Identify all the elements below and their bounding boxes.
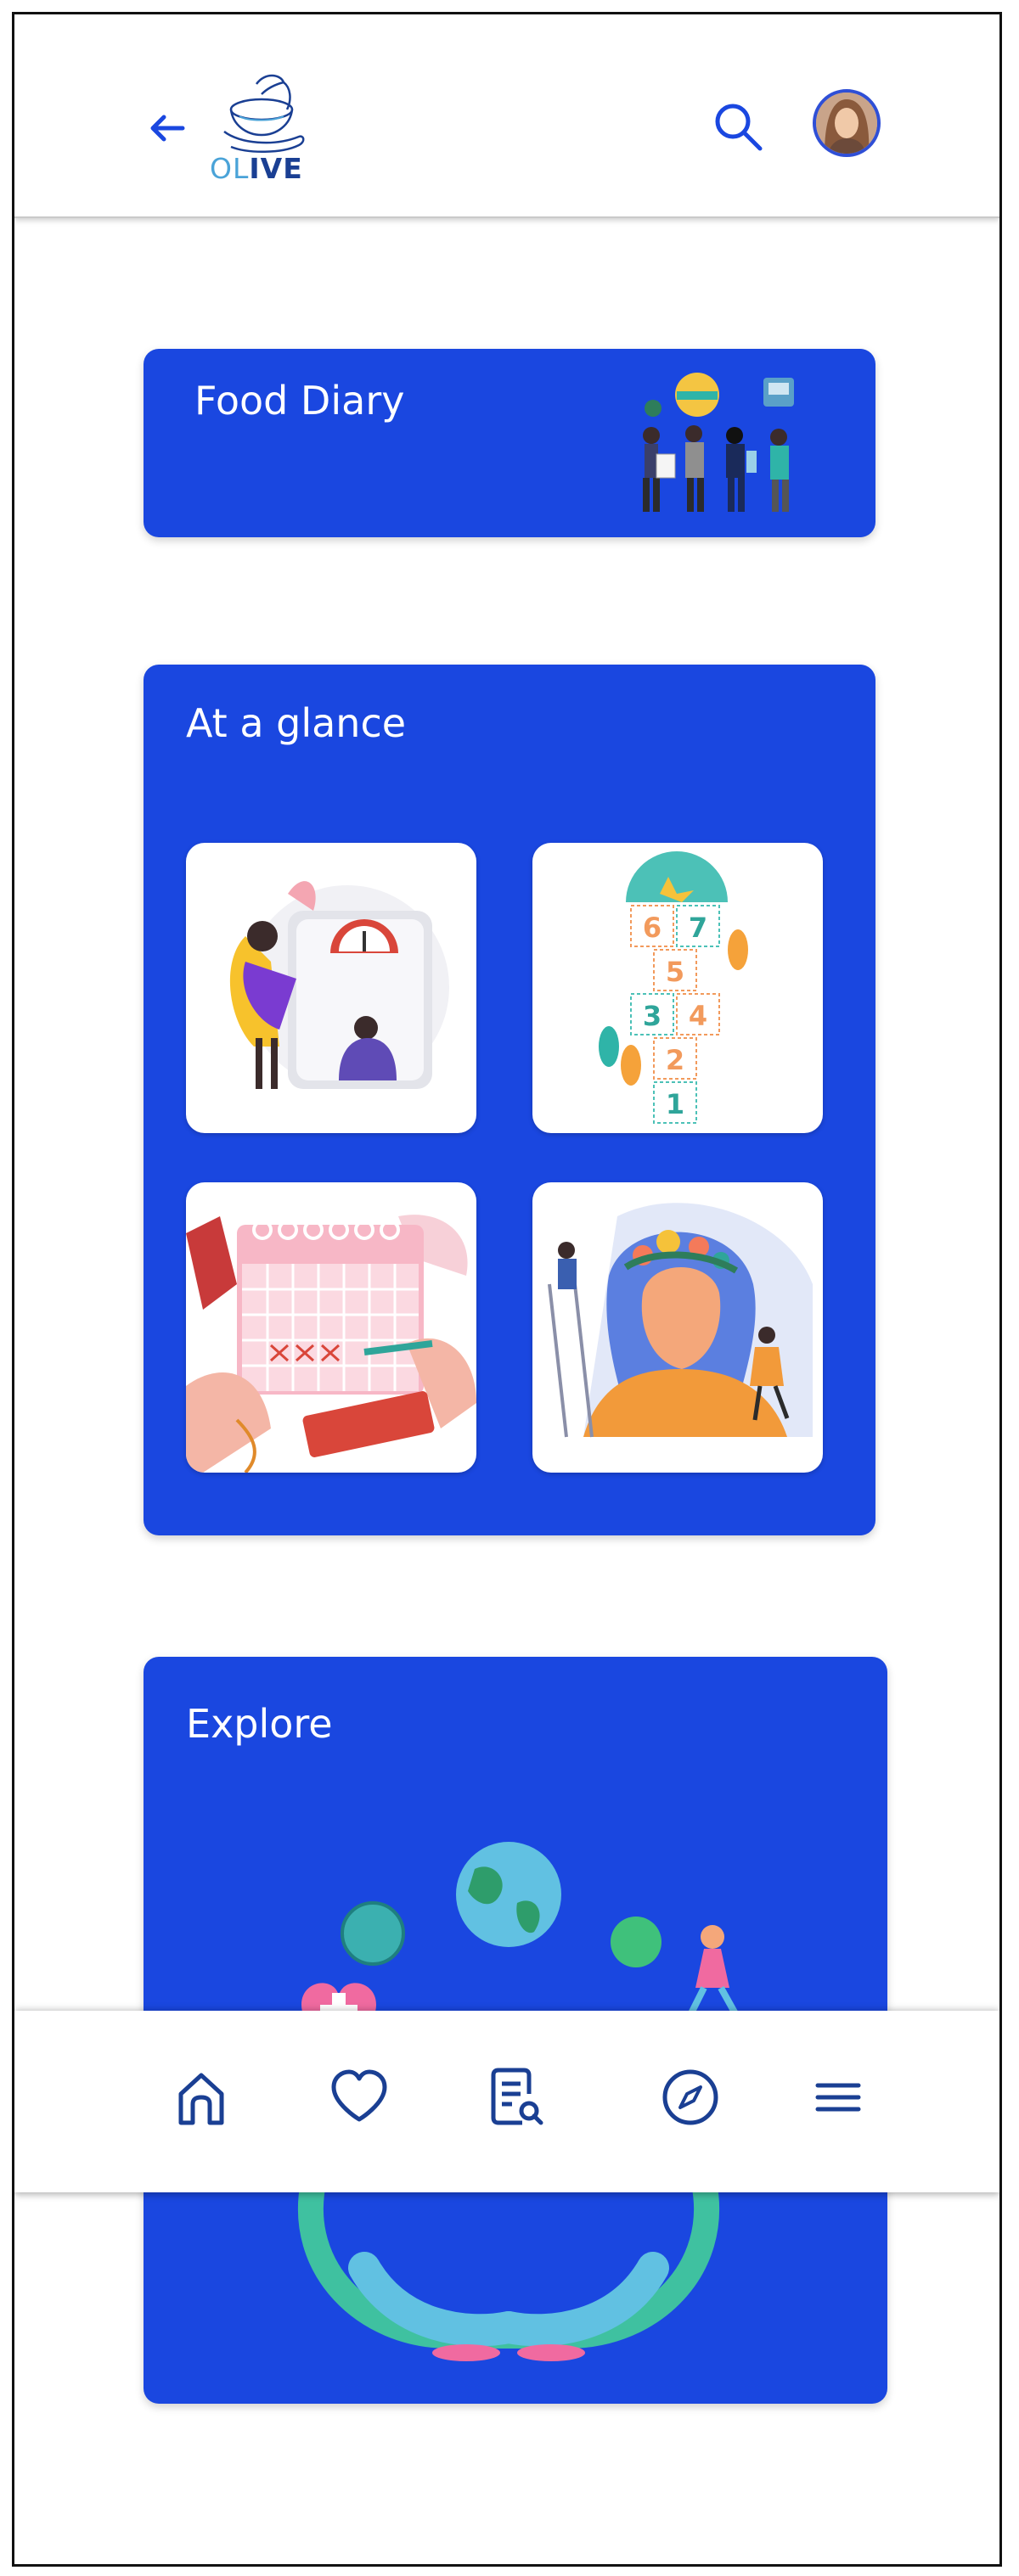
search-icon[interactable] (709, 98, 768, 157)
at-a-glance-title: At a glance (186, 700, 407, 746)
svg-text:2: 2 (666, 1044, 684, 1076)
at-a-glance-card: At a glance 6 7 5 3 4 2 1 (144, 665, 875, 1535)
steps-tile[interactable]: 6 7 5 3 4 2 1 (532, 843, 823, 1133)
top-app-bar: OLIVE (14, 14, 999, 218)
weight-scale-icon (229, 881, 449, 1089)
svg-text:6: 6 (643, 912, 662, 944)
svg-text:1: 1 (666, 1088, 684, 1120)
home-icon[interactable] (167, 2063, 235, 2131)
user-photo-icon (816, 93, 877, 154)
food-diary-illustration (643, 373, 794, 512)
svg-text:7: 7 (689, 912, 707, 944)
mindfulness-tile[interactable] (532, 1182, 823, 1473)
svg-text:5: 5 (666, 956, 684, 988)
svg-text:4: 4 (689, 1000, 707, 1032)
avatar[interactable] (813, 89, 881, 157)
explore-title: Explore (186, 1701, 333, 1747)
mind-garden-icon (548, 1203, 813, 1438)
calendar-tracking-icon (186, 1215, 476, 1473)
bottom-navigation (14, 2011, 999, 2192)
calendar-tile[interactable] (186, 1182, 476, 1473)
hopscotch-steps-icon: 6 7 5 3 4 2 1 (599, 851, 748, 1124)
weight-tile[interactable] (186, 843, 476, 1133)
document-search-icon[interactable] (481, 2063, 549, 2131)
menu-icon[interactable] (804, 2063, 872, 2131)
compass-icon[interactable] (656, 2063, 724, 2131)
heart-icon[interactable] (325, 2063, 393, 2131)
food-diary-card[interactable]: Food Diary (144, 349, 875, 537)
back-arrow-icon[interactable] (142, 103, 193, 154)
app-frame: OLIVE Food Diary At a glance 6 7 5 3 4 2… (12, 12, 1002, 2567)
olive-logo-text: OLIVE (210, 152, 303, 185)
food-diary-title: Food Diary (194, 378, 405, 424)
svg-text:3: 3 (643, 1000, 662, 1032)
